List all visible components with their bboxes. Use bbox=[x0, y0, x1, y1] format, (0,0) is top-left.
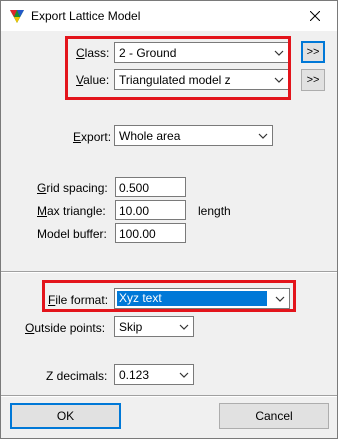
outside-points-value: Skip bbox=[119, 320, 143, 334]
chevron-down-icon bbox=[179, 324, 189, 330]
value-more-button[interactable]: >> bbox=[301, 69, 325, 91]
close-button[interactable] bbox=[293, 1, 337, 31]
max-triangle-unit: length bbox=[198, 204, 231, 218]
max-triangle-value: 10.00 bbox=[119, 204, 150, 218]
highlight-box-file-format bbox=[42, 280, 296, 312]
max-triangle-input[interactable]: 10.00 bbox=[115, 200, 186, 220]
chevron-down-icon bbox=[258, 133, 268, 139]
highlight-box-class-value bbox=[65, 36, 291, 100]
max-triangle-label: Max triangle: bbox=[37, 204, 106, 218]
grid-spacing-value: 0.500 bbox=[119, 181, 150, 195]
z-decimals-label: Z decimals: bbox=[46, 369, 108, 383]
z-decimals-value: 0.123 bbox=[119, 368, 150, 382]
separator bbox=[1, 395, 337, 397]
export-dropdown[interactable]: Whole area bbox=[114, 125, 273, 146]
model-buffer-value: 100.00 bbox=[119, 227, 156, 241]
outside-points-dropdown[interactable]: Skip bbox=[114, 316, 194, 337]
export-value: Whole area bbox=[119, 129, 181, 143]
class-more-button[interactable]: >> bbox=[301, 41, 325, 63]
outside-points-label: Outside points: bbox=[25, 321, 106, 335]
app-icon bbox=[10, 10, 24, 23]
title-bar: Export Lattice Model bbox=[1, 1, 337, 31]
chevron-down-icon bbox=[179, 372, 189, 378]
ok-button[interactable]: OK bbox=[10, 403, 121, 429]
cancel-button[interactable]: Cancel bbox=[219, 403, 329, 429]
window-title: Export Lattice Model bbox=[31, 9, 141, 23]
z-decimals-dropdown[interactable]: 0.123 bbox=[114, 364, 194, 385]
model-buffer-input[interactable]: 100.00 bbox=[115, 223, 186, 243]
close-icon bbox=[310, 11, 320, 21]
model-buffer-label: Model buffer: bbox=[37, 227, 107, 241]
grid-spacing-input[interactable]: 0.500 bbox=[115, 177, 186, 197]
export-label: Export: bbox=[73, 130, 112, 144]
separator bbox=[1, 271, 337, 273]
dialog-window: Export Lattice Model Class: 2 - Ground >… bbox=[0, 0, 338, 439]
grid-spacing-label: Grid spacing: bbox=[37, 181, 108, 195]
